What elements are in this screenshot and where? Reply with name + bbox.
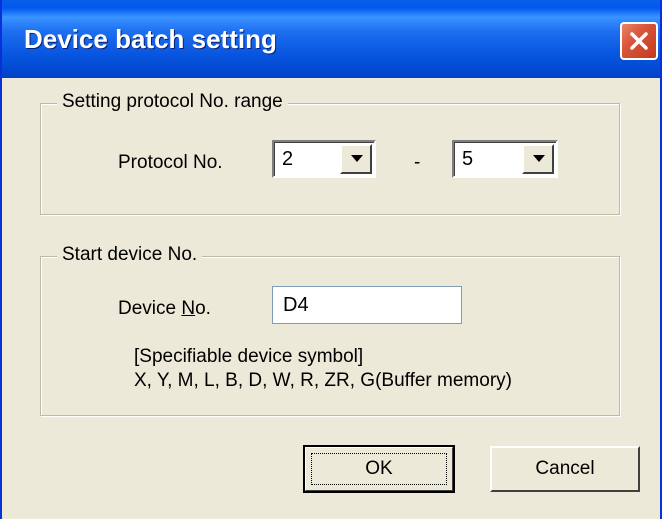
protocol-from-dropdown-button[interactable] [340, 144, 372, 174]
protocol-no-label: Protocol No. [118, 152, 223, 173]
title-bar[interactable]: Device batch setting [2, 0, 660, 78]
dialog-window: Device batch setting Setting protocol No… [0, 0, 662, 519]
device-symbol-hint-title: [Specifiable device symbol] [134, 346, 364, 367]
accelerator-key: N [181, 298, 196, 319]
window-title: Device batch setting [24, 24, 277, 54]
protocol-from-value: 2 [282, 148, 294, 170]
chevron-down-icon [351, 155, 363, 162]
focus-rect [311, 453, 447, 485]
protocol-to-combo[interactable]: 5 [452, 140, 558, 178]
close-button[interactable] [620, 22, 658, 60]
device-no-field[interactable] [272, 286, 462, 324]
device-symbol-hint-list: X, Y, M, L, B, D, W, R, ZR, G(Buffer mem… [134, 370, 512, 391]
ok-button[interactable]: OK [303, 445, 455, 493]
protocol-from-combo[interactable]: 2 [272, 140, 376, 178]
cancel-button[interactable]: Cancel [490, 446, 640, 492]
range-separator: - [414, 152, 421, 173]
close-icon [630, 32, 648, 50]
chevron-down-icon [533, 155, 545, 162]
start-device-group: Start device No. [40, 244, 620, 416]
start-device-group-label: Start device No. [57, 244, 203, 266]
device-no-label: Device No. [118, 298, 211, 319]
protocol-to-value: 5 [462, 148, 474, 170]
protocol-range-group-label: Setting protocol No. range [57, 91, 288, 113]
protocol-to-dropdown-button[interactable] [522, 144, 554, 174]
dialog-body: Setting protocol No. range Protocol No. … [2, 78, 660, 519]
device-no-input[interactable] [273, 287, 461, 323]
